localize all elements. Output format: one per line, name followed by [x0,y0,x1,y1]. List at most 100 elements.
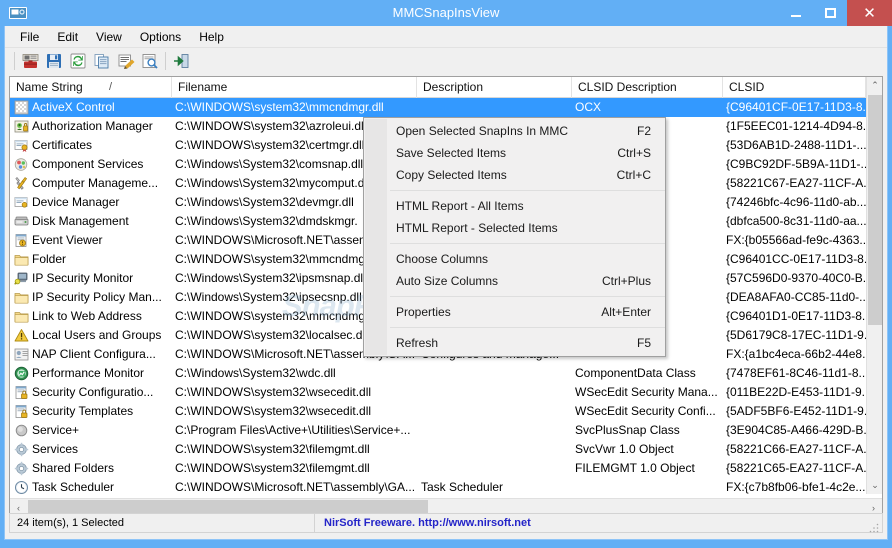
authmgr-icon [14,119,29,134]
cell-description [421,421,571,440]
sort-indicator: / [109,81,113,93]
menu-view[interactable]: View [87,27,131,47]
table-row[interactable]: Security Configuratio... C:\WINDOWS\syste… [10,383,882,402]
cell-clsid-description [575,478,723,494]
close-button[interactable]: ✕ [847,0,892,26]
context-menu-item-html-report-all-items[interactable]: HTML Report - All Items [364,195,665,217]
cell-filename: C:\WINDOWS\Microsoft.NET\assembly\GA... [175,480,416,494]
context-menu-item-html-report-selected-items[interactable]: HTML Report - Selected Items [364,217,665,239]
menu-file[interactable]: File [11,27,48,47]
table-row[interactable]: Services C:\WINDOWS\system32\filemgmt.dll… [10,440,882,459]
menu-help[interactable]: Help [190,27,233,47]
context-menu-item-label: Refresh [396,336,439,350]
cell-name-string: NAP Client Configura... [32,347,156,361]
column-label: CLSID [729,80,765,94]
context-menu-item-copy-selected-items[interactable]: Copy Selected Items Ctrl+C [364,164,665,186]
column-header-name-string[interactable]: Name String [10,77,172,98]
context-menu-item-auto-size-columns[interactable]: Auto Size Columns Ctrl+Plus [364,270,665,292]
context-menu-item-label: Properties [396,305,451,319]
column-header-clsid-description[interactable]: CLSID Description [572,77,723,98]
table-row[interactable]: Shared Folders C:\WINDOWS\system32\filemg… [10,459,882,478]
context-menu-item-open-selected-snapins-in-mmc[interactable]: Open Selected SnapIns In MMC F2 [364,120,665,142]
compmgmt-icon [14,176,29,191]
table-row[interactable]: Task Scheduler C:\WINDOWS\Microsoft.NET\a… [10,478,882,494]
table-row[interactable]: Security Templates C:\WINDOWS\system32\ws… [10,402,882,421]
column-label: CLSID Description [578,80,677,94]
cell-name-string: Service+ [32,423,80,437]
cell-description [421,459,571,478]
column-header-filename[interactable]: Filename [172,77,417,98]
scroll-up-icon[interactable]: ⌃ [867,77,882,94]
vertical-scroll-thumb[interactable] [868,95,882,325]
save-icon[interactable] [42,50,66,72]
services-icon [14,442,29,457]
cell-clsid: {DEA8AFA0-CC85-11d0-... [726,290,866,304]
cell-name-string: Local Users and Groups [32,328,162,342]
cell-clsid: {58221C67-EA27-11CF-A... [726,176,866,190]
cell-clsid: {dbfca500-8c31-11d0-aa... [726,214,866,228]
scroll-down-icon[interactable]: ⌄ [867,477,882,494]
table-row[interactable]: Service+ C:\Program Files\Active+\Utiliti… [10,421,882,440]
context-menu-item-properties[interactable]: Properties Alt+Enter [364,301,665,323]
cell-name-string: Computer Manageme... [32,176,159,190]
cell-name-string: Link to Web Address [32,309,142,323]
cell-name-string: Services [32,442,79,456]
serviceplus-icon [14,423,29,438]
cell-name-string: Performance Monitor [32,366,145,380]
folder-icon [14,252,29,267]
properties-icon[interactable] [138,50,162,72]
minimize-button[interactable] [779,0,813,26]
cell-name-string: Security Templates [32,404,134,418]
table-row[interactable]: Performance Monitor C:\Windows\System32\w… [10,364,882,383]
resize-grip-icon[interactable] [869,520,879,533]
component-icon [14,157,29,172]
item-count-status: 24 item(s), 1 Selected [10,514,315,532]
seccfg-icon [14,404,29,419]
column-label: Filename [178,80,228,94]
title-bar: MMCSnapInsView ✕ [0,0,892,26]
exit-icon[interactable] [169,50,193,72]
cell-name-string: Security Configuratio... [32,385,154,399]
copy-icon[interactable] [90,50,114,72]
context-menu-item-label: HTML Report - All Items [396,199,524,213]
column-header-clsid[interactable]: CLSID [723,77,866,98]
cell-clsid-description: WSecEdit Security Mana... [575,385,718,399]
refresh-icon[interactable] [66,50,90,72]
cell-name-string: Authorization Manager [32,119,153,133]
column-header-description[interactable]: Description [417,77,572,98]
table-row[interactable]: ActiveX Control C:\WINDOWS\system32\mmcnd… [10,98,882,117]
nirsoft-credit-link[interactable]: NirSoft Freeware. http://www.nirsoft.net [316,514,531,532]
html-report-icon[interactable] [114,50,138,72]
cell-name-string: Shared Folders [32,461,115,475]
maximize-button[interactable] [813,0,847,26]
seccfg-icon [14,385,29,400]
window-title: MMCSnapInsView [392,5,500,20]
context-menu-item-refresh[interactable]: Refresh F5 [364,332,665,354]
toolbar [5,48,887,74]
context-menu-item-shortcut: Ctrl+S [617,146,651,160]
toolbar-divider [14,52,15,70]
context-menu-separator [390,243,665,244]
cell-filename: C:\WINDOWS\system32\mmcndmgr.dll [175,100,384,114]
cell-name-string: IP Security Monitor [32,271,134,285]
vertical-scrollbar[interactable]: ⌃ ⌄ [866,77,882,494]
context-menu-item-shortcut: Ctrl+C [616,168,651,182]
cell-filename: C:\WINDOWS\system32\filemgmt.dll [175,442,370,456]
cell-clsid: {011BE22D-E453-11D1-9... [726,385,866,399]
status-bar: 24 item(s), 1 Selected NirSoft Freeware.… [9,513,883,533]
cell-clsid: {53D6AB1D-2488-11D1-... [726,138,866,152]
menu-options[interactable]: Options [131,27,190,47]
column-label: Description [423,80,484,94]
context-menu-item-choose-columns[interactable]: Choose Columns [364,248,665,270]
menu-edit[interactable]: Edit [48,27,87,47]
context-menu[interactable]: Open Selected SnapIns In MMC F2 Save Selec… [363,117,666,357]
cell-name-string: IP Security Policy Man... [32,290,162,304]
menu-bar: File Edit View Options Help [5,26,887,48]
open-in-mmc-icon[interactable] [18,50,42,72]
cell-clsid: {C9BC92DF-5B9A-11D1-... [726,157,866,171]
cell-name-string: Component Services [32,157,144,171]
cell-clsid-description: FILEMGMT 1.0 Object [575,461,695,475]
cell-clsid: {C96401CC-0E17-11D3-8... [726,252,866,266]
context-menu-item-save-selected-items[interactable]: Save Selected Items Ctrl+S [364,142,665,164]
cell-filename: C:\WINDOWS\system32\wsecedit.dll [175,404,372,418]
